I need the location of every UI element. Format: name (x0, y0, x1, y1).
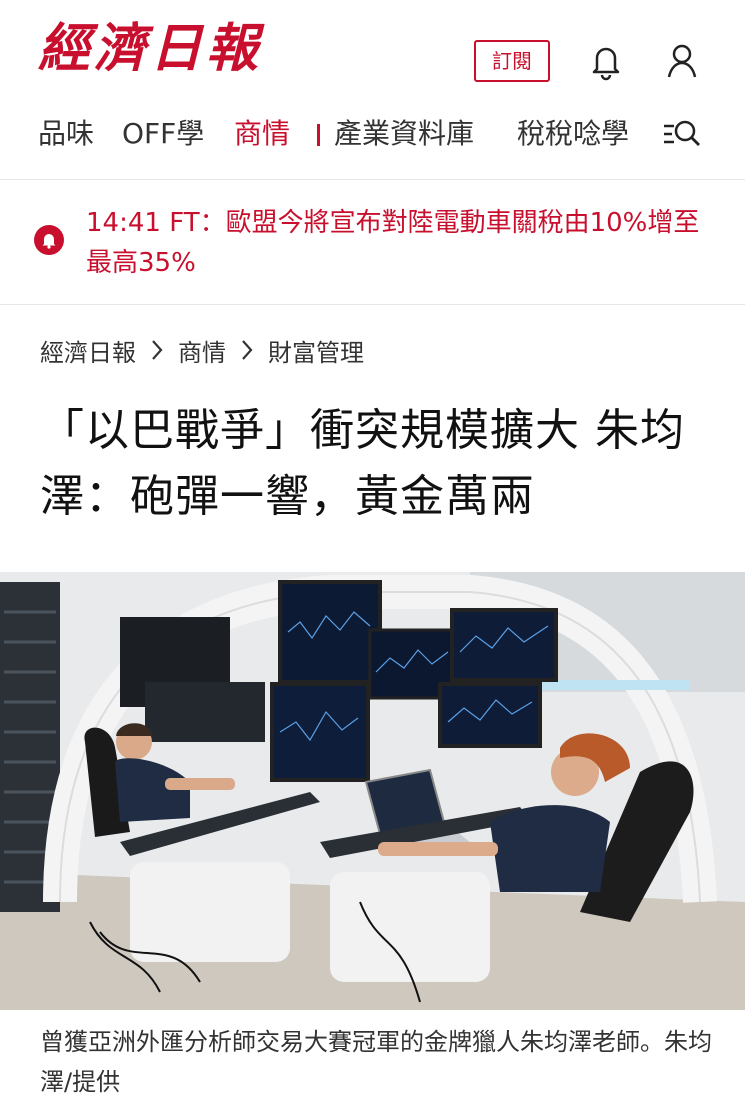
breadcrumb: 經濟日報 商情 財富管理 (40, 330, 364, 370)
article-photo[interactable] (0, 572, 745, 1010)
nav-item-off[interactable]: OFF學 (122, 116, 204, 152)
nav-item-tax[interactable]: 稅稅唸學 (517, 116, 629, 152)
category-nav: 品味 OFF學 商情 產業資料庫 稅稅唸學 (0, 100, 745, 180)
nav-item-industry-db[interactable]: 產業資料庫 (334, 116, 474, 152)
breadcrumb-item-wealth[interactable]: 財富管理 (268, 333, 364, 368)
search-icon[interactable] (660, 114, 704, 154)
breaking-news-text[interactable]: 14:41 FT：歐盟今將宣布對陸電動車關稅由10%增至最高35% (86, 203, 706, 283)
chevron-right-icon (240, 338, 254, 362)
site-header: 經濟日報 訂閱 (0, 0, 745, 100)
photo-caption: 曾獲亞洲外匯分析師交易大賽冠軍的金牌獵人朱均澤老師。朱均澤/提供 (40, 1028, 712, 1096)
breadcrumb-item-home[interactable]: 經濟日報 (40, 333, 136, 368)
breadcrumb-item-business[interactable]: 商情 (178, 333, 226, 368)
breaking-news-bar[interactable]: 14:41 FT：歐盟今將宣布對陸電動車關稅由10%增至最高35% (0, 181, 745, 305)
user-icon[interactable] (660, 38, 704, 84)
chevron-right-icon (150, 338, 164, 362)
bell-icon[interactable] (584, 38, 628, 84)
subscribe-button[interactable]: 訂閱 (474, 40, 550, 82)
nav-item-taste[interactable]: 品味 (38, 116, 94, 152)
article-title: 「以巴戰爭」衝突規模擴大 朱均澤：砲彈一響，黃金萬兩 (40, 405, 685, 522)
alert-bell-icon (34, 225, 64, 255)
site-logo[interactable]: 經濟日報 (38, 18, 262, 80)
nav-divider (317, 124, 320, 146)
nav-item-business[interactable]: 商情 (234, 116, 290, 152)
